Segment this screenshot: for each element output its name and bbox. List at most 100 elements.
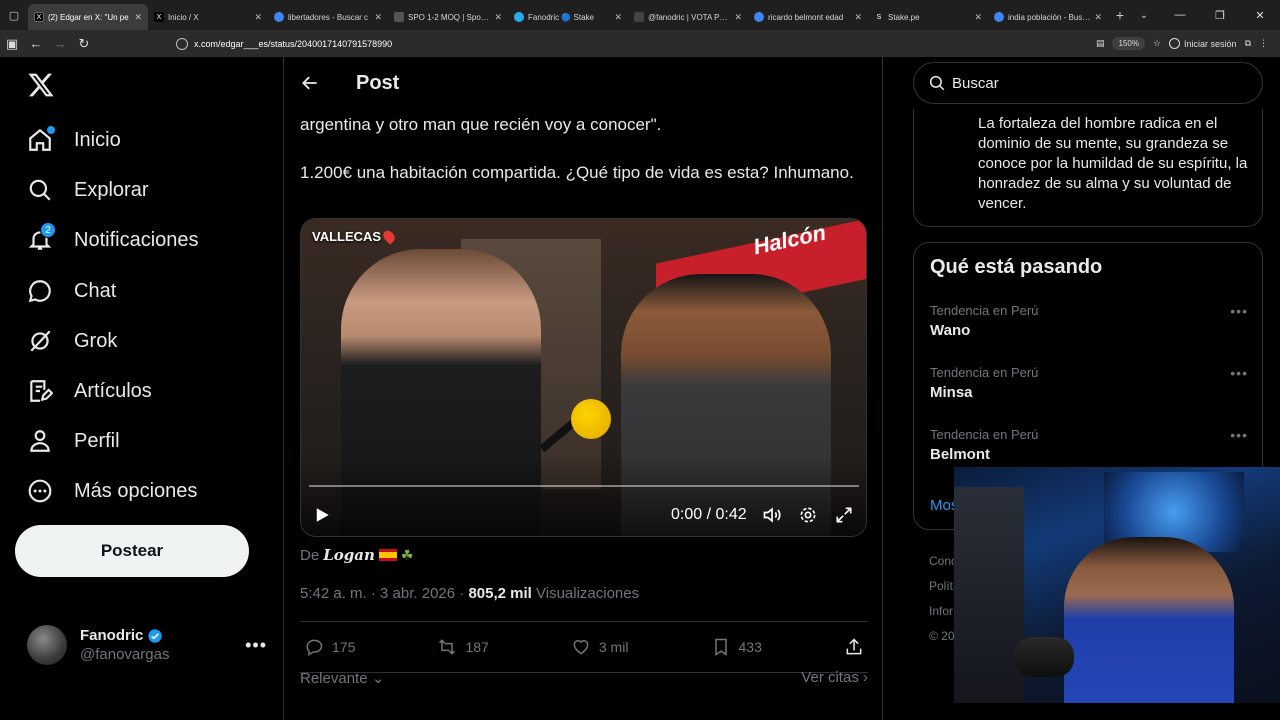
share-button[interactable] [844, 637, 864, 657]
tab-title: Stake.pe [888, 12, 920, 22]
more-dots-icon[interactable]: ••• [1230, 427, 1248, 443]
menu-dots-icon[interactable]: ⋮ [1259, 38, 1268, 49]
nav-item-notificaciones[interactable]: 2 Notificaciones [27, 220, 199, 260]
browser-tab[interactable]: SPO 1-2 MOQ | Sportin ✕ [388, 4, 508, 30]
footer-link[interactable]: Polít [929, 574, 957, 599]
nav-item-mas-opciones[interactable]: Más opciones [27, 471, 197, 511]
microphone [571, 399, 611, 439]
left-navigation: Inicio Explorar 2 Notificaciones Chat Gr… [0, 57, 283, 720]
sort-dropdown[interactable]: Relevante ⌄ [300, 669, 384, 687]
restore-icon[interactable]: ❐ [1200, 9, 1240, 22]
tab-title: SPO 1-2 MOQ | Sportin [408, 12, 491, 22]
browser-tab[interactable]: X (2) Edgar en X: "Un pe ✕ [28, 4, 148, 30]
signin-button[interactable]: Iniciar sesión [1169, 38, 1237, 49]
more-dots-icon[interactable]: ••• [1230, 365, 1248, 381]
more-dots-icon[interactable]: ••• [245, 635, 267, 656]
sort-label: Relevante [300, 670, 368, 687]
view-quotes-link[interactable]: Ver citas › [801, 669, 868, 687]
browser-tab[interactable]: ricardo belmont edad ✕ [748, 4, 868, 30]
tab-close-icon[interactable]: ✕ [374, 12, 382, 23]
nav-item-perfil[interactable]: Perfil [27, 421, 120, 461]
nav-item-explorar[interactable]: Explorar [27, 170, 148, 210]
tab-close-icon[interactable]: ✕ [494, 12, 502, 23]
reply-count: 175 [332, 639, 356, 655]
zoom-badge[interactable]: 150% [1112, 37, 1145, 50]
articles-icon [27, 378, 54, 404]
views-count: 805,2 mil [468, 585, 532, 602]
tab-close-icon[interactable]: ✕ [134, 12, 142, 23]
bookmark-star-icon[interactable]: ☆ [1153, 38, 1161, 49]
nav-label: Notificaciones [74, 228, 199, 251]
video-progress-bar[interactable] [309, 485, 859, 487]
extensions-icon[interactable]: ⧉ [1245, 38, 1251, 49]
browser-tab[interactable]: libertadores - Buscar c ✕ [268, 4, 388, 30]
trend-item[interactable]: Tendencia en Perú Belmont ••• [930, 427, 1248, 463]
close-window-icon[interactable]: ✕ [1240, 9, 1280, 22]
search-box[interactable] [913, 62, 1263, 104]
more-dots-icon[interactable]: ••• [1230, 303, 1248, 319]
reply-button[interactable]: 175 [304, 637, 355, 657]
fullscreen-icon[interactable] [834, 505, 854, 525]
tab-close-icon[interactable]: ✕ [254, 12, 262, 23]
views-label: Visualizaciones [536, 585, 640, 602]
quote-text: La fortaleza del hombre radica en el dom… [978, 115, 1248, 212]
browser-tab[interactable]: X Inicio / X ✕ [148, 4, 268, 30]
video-time: 0:00 / 0:42 [671, 506, 747, 523]
post-meta: 5:42 a. m. · 3 abr. 2026 · 805,2 mil Vis… [300, 585, 639, 602]
tab-close-icon[interactable]: ✕ [734, 12, 742, 23]
site-info-icon[interactable] [176, 37, 188, 50]
tab-close-icon[interactable]: ✕ [614, 12, 622, 23]
browser-tab[interactable]: @fanodric | VOTA POR ✕ [628, 4, 748, 30]
clover-icon: ☘ [400, 546, 414, 563]
forward-arrow-icon[interactable]: → [48, 36, 72, 51]
search-input[interactable] [952, 74, 1242, 92]
nav-item-grok[interactable]: Grok [27, 321, 117, 361]
tab-actions-icon[interactable]: ▢ [0, 0, 28, 30]
source-prefix: De [300, 546, 320, 564]
nav-item-inicio[interactable]: Inicio [27, 120, 121, 160]
telegram-favicon-icon [514, 12, 524, 22]
tab-close-icon[interactable]: ✕ [974, 12, 982, 23]
play-icon[interactable] [313, 506, 331, 524]
tab-close-icon[interactable]: ✕ [1094, 12, 1102, 23]
video-player[interactable]: Halcón VALLECAS 0:00 / 0:42 [300, 218, 867, 537]
spain-flag-icon [378, 549, 397, 561]
back-arrow-icon[interactable]: ← [24, 36, 48, 51]
trend-item[interactable]: Tendencia en Perú Wano ••• [930, 303, 1248, 339]
nav-item-chat[interactable]: Chat [27, 271, 116, 311]
reload-icon[interactable]: ↻ [72, 36, 96, 52]
trend-item[interactable]: Tendencia en Perú Minsa ••• [930, 365, 1248, 401]
settings-gear-icon[interactable] [798, 505, 818, 525]
tab-title: (2) Edgar en X: "Un pe [48, 12, 129, 22]
url-field[interactable]: x.com/edgar___es/status/2040017140791578… [176, 37, 392, 50]
x-logo-icon[interactable] [27, 71, 55, 99]
source-name[interactable]: Logan [323, 546, 375, 564]
nav-label: Explorar [74, 178, 149, 201]
tab-close-icon[interactable]: ✕ [854, 12, 862, 23]
browser-tab[interactable]: india población - Busca ✕ [988, 4, 1108, 30]
reader-mode-icon[interactable]: ▤ [1096, 38, 1105, 49]
repost-button[interactable]: 187 [437, 637, 489, 657]
like-button[interactable]: 3 mil [571, 637, 628, 657]
chevron-down-icon[interactable]: ⌄ [1132, 10, 1156, 21]
trend-context: Tendencia en Perú [930, 303, 1039, 318]
browser-tab[interactable]: S Stake.pe ✕ [868, 4, 988, 30]
repost-count: 187 [465, 639, 489, 655]
nav-label: Perfil [74, 429, 120, 452]
minimize-icon[interactable]: — [1160, 9, 1200, 22]
footer-link[interactable]: Conc [929, 549, 957, 574]
post-button[interactable]: Postear [15, 525, 249, 577]
tab-title: india población - Busca [1008, 12, 1091, 22]
new-tab-icon[interactable]: + [1108, 7, 1132, 23]
nav-item-articulos[interactable]: Artículos [27, 371, 152, 411]
footer-link[interactable]: Infor [929, 599, 957, 624]
trend-name: Minsa [930, 384, 973, 401]
bookmark-button[interactable]: 433 [711, 637, 762, 657]
back-arrow-icon[interactable] [300, 73, 320, 93]
browser-tab[interactable]: Fanodric 🔵 Stake ✕ [508, 4, 628, 30]
account-name: Fanodric [80, 627, 144, 644]
volume-icon[interactable] [762, 505, 782, 525]
account-switcher[interactable]: Fanodric @fanovargas ••• [27, 623, 267, 667]
timestamp[interactable]: 5:42 a. m. · 3 abr. 2026 · [300, 585, 468, 602]
sidebar-toggle-icon[interactable]: ▣ [0, 36, 24, 52]
